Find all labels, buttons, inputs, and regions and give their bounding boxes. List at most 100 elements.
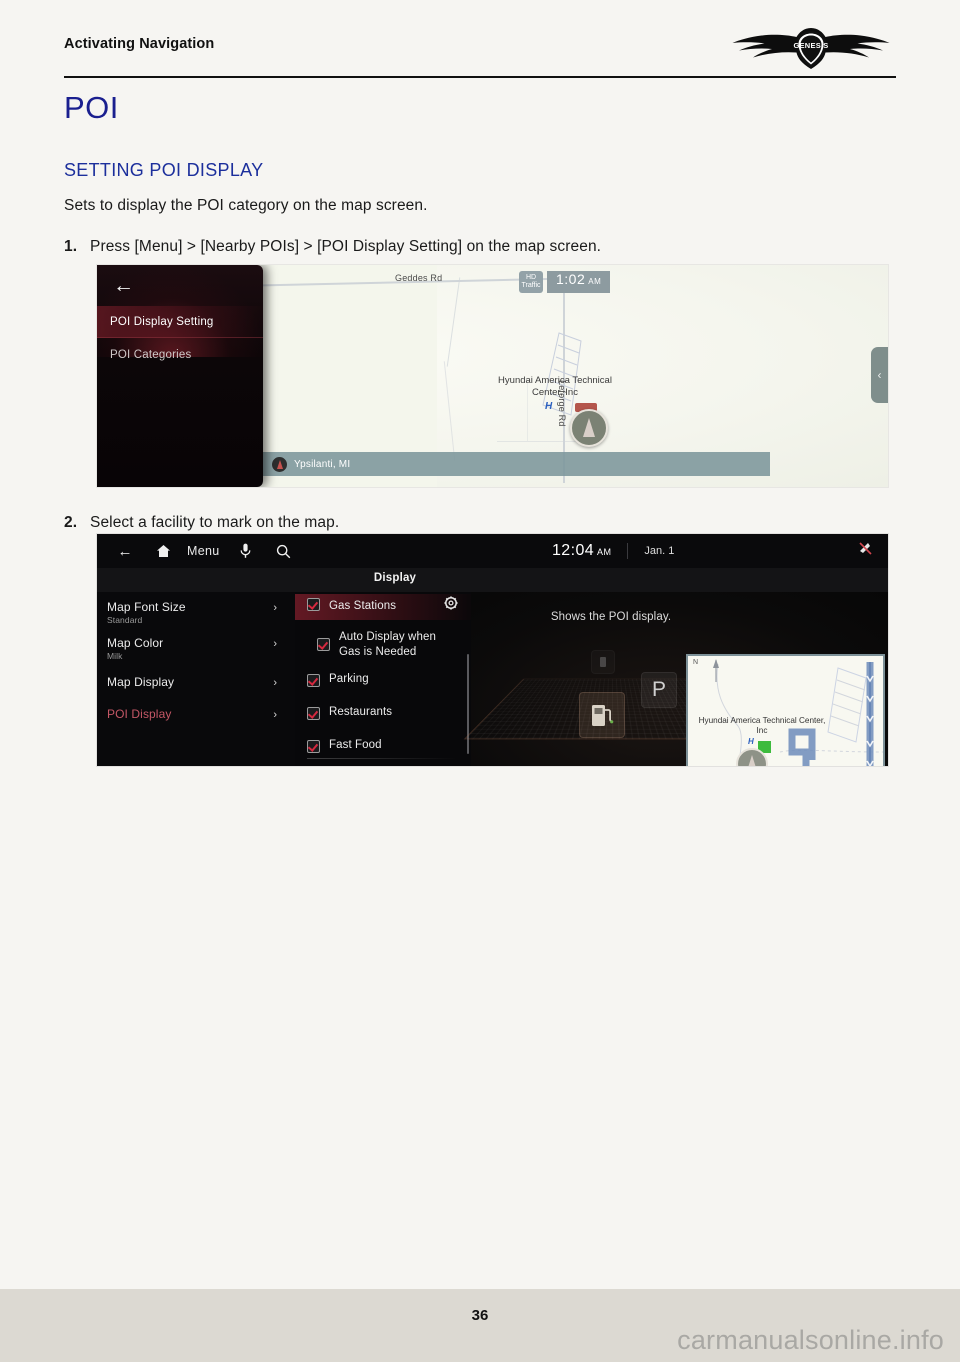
parking-glyph: P	[651, 678, 666, 701]
map-clock-group: HD Traffic 1:02 AM	[519, 271, 611, 293]
setting-poi-display[interactable]: POI Display ›	[107, 707, 285, 721]
menu-button[interactable]: Menu	[187, 544, 219, 558]
road-minor-3	[497, 441, 577, 443]
screenshot-poi-menu: Geddes Rd Leforge Rd Hyundai America Tec…	[97, 265, 888, 487]
list-divider	[307, 758, 457, 759]
checkbox-gas-stations[interactable]	[307, 598, 320, 611]
poi-label: Fast Food	[329, 739, 382, 751]
step-2: 2. Select a facility to mark on the map.	[64, 514, 339, 532]
gas-station-icon	[579, 692, 625, 738]
setting-label: Map Font Size	[107, 600, 186, 614]
north-arrow-icon: N	[693, 659, 699, 666]
compass-arrow-icon	[272, 456, 287, 472]
location-bar[interactable]: Ypsilanti, MI	[263, 452, 770, 476]
location-label: Ypsilanti, MI	[294, 458, 351, 470]
toolbar-clock-group: 12:04 AM Jan. 1	[552, 534, 674, 568]
poi-row-gas-stations[interactable]: Gas Stations	[295, 594, 471, 620]
poi-row-restaurants[interactable]: Restaurants	[295, 703, 471, 720]
setting-map-font-size[interactable]: Map Font Size Standard ›	[107, 600, 285, 625]
hyundai-h-icon: H	[748, 737, 754, 746]
chevron-right-icon: ›	[273, 709, 277, 721]
chevron-right-icon: ›	[273, 677, 277, 689]
chevron-right-icon: ›	[273, 638, 277, 650]
menu-item-poi-categories[interactable]: POI Categories	[97, 339, 263, 371]
toolbar-clock-ampm: AM	[597, 547, 612, 557]
checkbox-fast-food[interactable]	[307, 740, 320, 753]
toolbar-clock-time: 12:04	[552, 542, 595, 559]
setting-map-display[interactable]: Map Display ›	[107, 675, 285, 689]
page-number: 36	[471, 1307, 489, 1324]
menu-item-poi-display-setting[interactable]: POI Display Setting	[97, 306, 263, 338]
checkbox-auto-display-when-gas-is-needed[interactable]	[317, 638, 330, 651]
settings-subheader-label: Display	[373, 572, 417, 584]
vehicle-position-icon	[570, 409, 608, 447]
poi-preview-pane: Shows the POI display. P N Hyundai Ameri…	[463, 592, 888, 766]
back-arrow-icon[interactable]: ←	[113, 274, 143, 298]
setting-label: Map Display	[107, 675, 175, 689]
toolbar-date: Jan. 1	[644, 545, 675, 557]
gear-icon[interactable]	[443, 596, 459, 612]
poi-label: Parking	[329, 673, 369, 685]
step-1-number: 1.	[64, 238, 78, 255]
poi-row-fast-food[interactable]: Fast Food	[295, 736, 471, 753]
inset-map-vectors	[713, 659, 883, 766]
hyundai-h-icon: H	[545, 401, 553, 412]
svg-text:GENESIS: GENESIS	[793, 41, 828, 50]
road-minor-2	[443, 361, 456, 461]
settings-left-list: Map Font Size Standard › Map Color Milk …	[97, 592, 295, 766]
setting-value: Standard	[107, 615, 143, 625]
back-arrow-icon[interactable]: ←	[115, 534, 135, 568]
manual-page: Activating Navigation GENESIS POI SETTIN…	[0, 0, 960, 1362]
home-icon[interactable]	[153, 534, 173, 568]
checkbox-parking[interactable]	[307, 674, 320, 687]
poi-row-parking[interactable]: Parking	[295, 670, 471, 687]
breadcrumb: Activating Navigation	[64, 36, 215, 52]
poi-label: Auto Display when Gas is Needed	[339, 631, 436, 658]
poi-faint-icon	[591, 650, 615, 674]
hd-traffic-icon: HD Traffic	[519, 271, 543, 293]
step-2-number: 2.	[64, 514, 78, 531]
inset-map-canvas: N Hyundai America Technical Center, Inc …	[688, 656, 883, 766]
lead-paragraph: Sets to display the POI category on the …	[64, 197, 428, 214]
road-label-geddes: Geddes Rd	[395, 273, 443, 283]
map-clock: 1:02 AM	[547, 271, 611, 293]
head-unit-toolbar: ← Menu	[97, 534, 888, 568]
poi-category-list: Gas Stations Auto Display when Gas is Ne…	[295, 592, 471, 766]
step-2-text: Select a facility to mark on the map.	[90, 514, 340, 531]
setting-label: Map Color	[107, 636, 164, 650]
settings-subheader: Display	[97, 568, 888, 592]
nearby-pois-panel: ← POI Display Setting POI Categories	[97, 265, 263, 487]
map-poi-label: Hyundai America Technical Center, Inc	[498, 375, 612, 398]
checkbox-restaurants[interactable]	[307, 707, 320, 720]
screenshot-poi-display-settings: ← Menu 12:04 AM Jan. 1 Display Map Font …	[97, 534, 888, 766]
hd-traffic-top: HD	[525, 274, 537, 281]
toolbar-divider	[627, 543, 629, 559]
page-title: POI	[64, 90, 119, 125]
section-heading: SETTING POI DISPLAY	[64, 160, 264, 180]
header-divider	[64, 76, 896, 78]
setting-map-color[interactable]: Map Color Milk ›	[107, 636, 285, 661]
toolbar-clock: 12:04 AM	[552, 542, 611, 560]
setting-value: Milk	[107, 651, 123, 661]
poi-label: Restaurants	[329, 706, 393, 718]
page-footer: 36 carmanualsonline.info	[0, 1289, 960, 1362]
watermark: carmanualsonline.info	[677, 1325, 944, 1355]
chevron-left-icon[interactable]: ‹	[871, 347, 888, 403]
genesis-wing-logo-icon: GENESIS	[726, 26, 896, 72]
poi-label: Gas Stations	[329, 600, 397, 612]
map-inset-preview: N Hyundai America Technical Center, Inc …	[686, 654, 885, 766]
hint-text: Shows the POI display.	[550, 611, 672, 623]
page-header: Activating Navigation GENESIS	[64, 22, 896, 74]
map-clock-time: 1:02	[556, 271, 586, 287]
hd-traffic-bottom: Traffic	[521, 282, 541, 289]
road-minor-1	[446, 277, 461, 367]
poi-row-auto-display-gas[interactable]: Auto Display when Gas is Needed	[295, 626, 471, 660]
step-1-text: Press [Menu] > [Nearby POIs] > [POI Disp…	[90, 238, 602, 255]
search-icon[interactable]	[273, 534, 293, 568]
microphone-icon[interactable]	[235, 534, 255, 568]
map-clock-ampm: AM	[588, 277, 602, 286]
parking-icon: P	[641, 672, 677, 708]
inset-poi-label: Hyundai America Technical Center, Inc	[698, 716, 826, 735]
mute-navigation-icon[interactable]	[856, 540, 874, 560]
chevron-right-icon: ›	[273, 602, 277, 614]
